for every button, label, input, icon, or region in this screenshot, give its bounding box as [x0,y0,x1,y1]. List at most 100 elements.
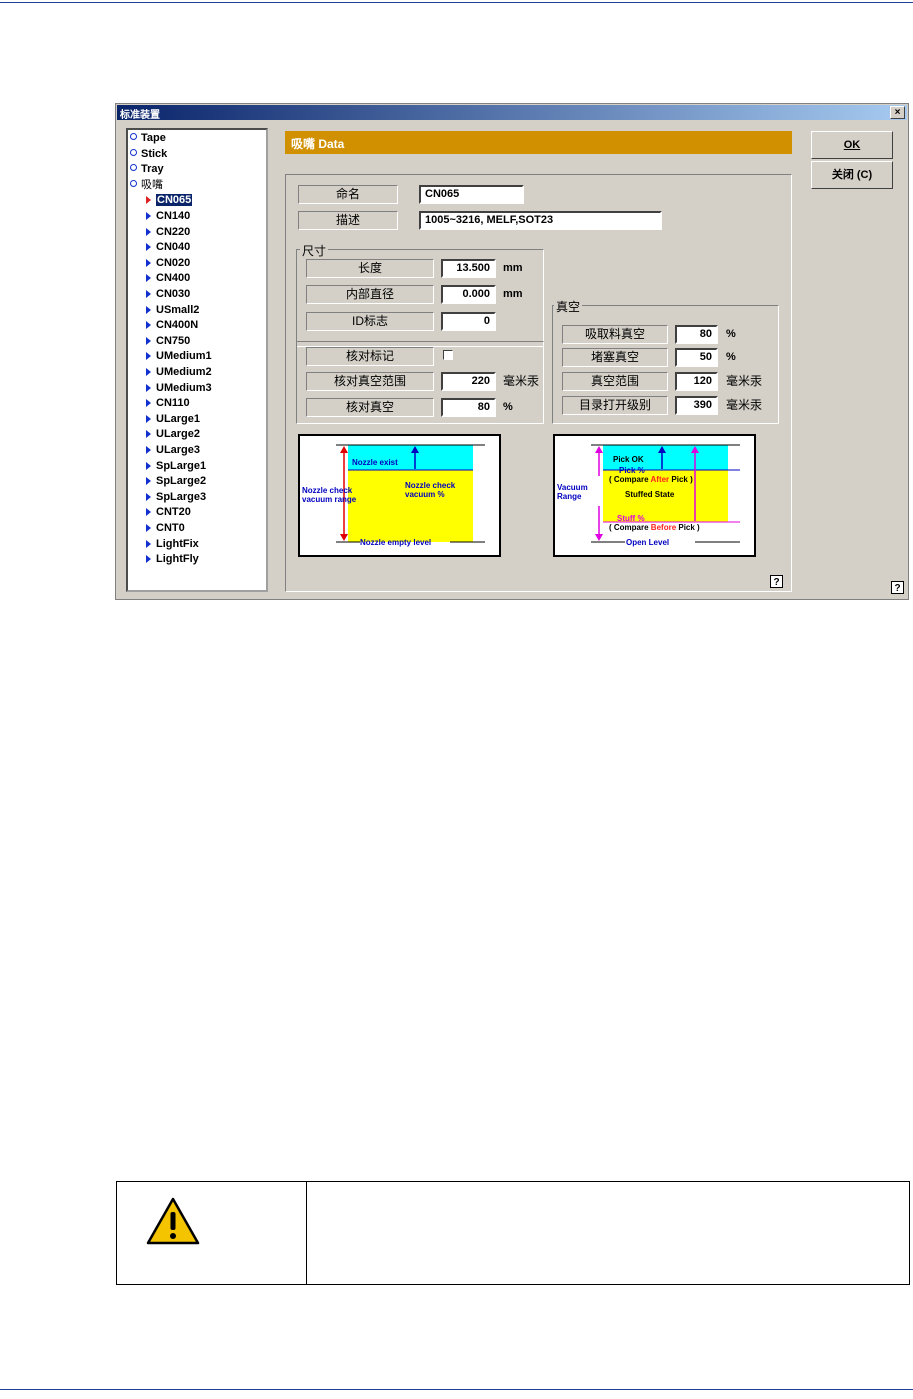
tree-nozzle-item[interactable]: CN020 [146,256,190,271]
stuff-vacuum-field[interactable]: 50 [675,348,718,367]
tree-nozzle-item[interactable]: SpLarge3 [146,490,206,505]
close-button[interactable]: 关闭 (C) [811,161,893,189]
name-label: 命名 [298,185,398,204]
device-tree[interactable]: Tape Stick Tray 吸嘴 CN065 CN140 CN220 CN040 CN020… [126,128,268,592]
tree-arrow-icon [146,336,151,345]
tree-arrow-icon [146,368,151,376]
panel-help-button[interactable]: ? [770,575,783,588]
tree-nozzle-label: USmall2 [156,303,200,316]
pick-pct-text: Pick % [619,466,645,475]
tree-item[interactable]: Tray [130,162,164,177]
length-field[interactable]: 13.500 [441,259,496,278]
vacuum-range-text-2: Range [557,492,582,501]
tree-nozzle-item[interactable]: CNT0 [146,521,185,536]
compare-before-text: ( Compare Before Pick ) [609,523,700,532]
tree-nozzle-item[interactable]: UMedium1 [146,349,212,364]
pick-vacuum-label: 吸取料真空 [562,325,668,344]
tree-arrow-icon [146,446,151,454]
tree-nozzle-label: CN750 [156,334,191,347]
tree-nozzle-item[interactable]: CN065 [146,193,193,208]
tree-arrow-icon [146,430,151,439]
tree-scrollbar[interactable] [254,130,266,590]
dialog-help-button[interactable]: ? [891,581,904,594]
vacuum-range-label: 真空范围 [562,372,668,391]
tree-nozzle-item[interactable]: CN110 [146,396,190,411]
check-mark-checkbox[interactable] [443,350,453,360]
compare-after-text: ( Compare After Pick ) [609,475,693,484]
check-vacuum-field[interactable]: 80 [441,398,496,417]
tree-arrow-icon [146,477,151,486]
tree-nozzle-label: UMedium2 [156,366,212,378]
tree-nozzle-item[interactable]: USmall2 [146,303,199,318]
tree-arrow-icon [146,524,151,532]
tree-nozzle-label: ULarge2 [156,428,201,441]
tree-item[interactable]: 吸嘴 [130,178,163,193]
pick-vacuum-unit: % [726,328,736,340]
tree-nozzle-item[interactable]: CN030 [146,287,190,302]
tree-arrow-icon [146,227,151,236]
tree-nozzle-item[interactable]: UMedium3 [146,381,212,396]
check-pct-text-1: Nozzle check [405,481,456,490]
check-vacuum-label: 核对真空 [306,398,434,417]
tree-arrow-icon [146,274,151,283]
tree-item-label: 吸嘴 [141,178,163,191]
page-bottom-rule [0,1389,913,1390]
stuff-pct-text: Stuff % [617,514,645,523]
tree-arrow-icon [146,305,151,314]
tree-nozzle-label: LightFix [156,537,199,550]
id-mark-field[interactable]: 0 [441,312,496,331]
tree-nozzle-label: UMedium3 [156,381,212,394]
tree-nozzle-item[interactable]: ULarge2 [146,427,200,442]
tree-nozzle-item[interactable]: CN750 [146,334,190,349]
stuffed-state-text: Stuffed State [625,490,675,499]
check-vacuum-unit: % [503,401,513,413]
check-pct-text-2: vacuum % [405,490,445,499]
tree-arrow-icon [146,196,151,205]
tree-item-label: Stick [141,147,168,160]
vacuum-range-field[interactable]: 120 [675,372,718,391]
tree-item[interactable]: Tape [130,131,166,146]
ok-button[interactable]: OK [811,131,893,159]
tree-node-dot-icon [130,179,137,187]
pick-vacuum-field[interactable]: 80 [675,325,718,344]
tree-nozzle-label: SpLarge1 [156,459,207,472]
tree-nozzle-item[interactable]: ULarge1 [146,412,200,427]
close-icon[interactable]: × [890,106,905,119]
tree-nozzle-item[interactable]: CN400 [146,271,190,286]
check-vacuum-range-field[interactable]: 220 [441,372,496,391]
tree-item-label: Tape [141,132,166,144]
tree-nozzle-label: CN220 [156,225,191,238]
warning-divider [306,1182,307,1284]
tree-arrow-icon [146,212,151,220]
tree-nozzle-item[interactable]: SpLarge2 [146,474,206,489]
tree-nozzle-item[interactable]: LightFly [146,552,199,567]
open-level-field[interactable]: 390 [675,396,718,415]
inner-diameter-field[interactable]: 0.000 [441,285,496,304]
tree-nozzle-item[interactable]: ULarge3 [146,443,200,458]
tree-nozzle-item[interactable]: CNT20 [146,505,191,520]
tree-nozzle-item[interactable]: LightFix [146,537,199,552]
description-field[interactable]: 1005~3216, MELF,SOT23 [419,211,662,230]
nozzle-exist-text: Nozzle exist [352,458,398,467]
name-field[interactable]: CN065 [419,185,524,204]
tree-nozzle-item[interactable]: CN040 [146,240,190,255]
tree-nozzle-item[interactable]: SpLarge1 [146,459,206,474]
tree-arrow-icon [146,258,151,267]
tree-arrow-icon [146,555,151,564]
vacuum-range-text-1: Vacuum [557,483,588,492]
tree-nozzle-label: CN140 [156,210,191,222]
dialog-titlebar[interactable]: 标准装置 × [117,105,907,121]
tree-nozzle-label: SpLarge3 [156,490,207,503]
tree-nozzle-item[interactable]: CN140 [146,209,190,224]
tree-nozzle-label: SpLarge2 [156,475,207,488]
tree-nozzle-label: CN030 [156,288,191,300]
tree-nozzle-item[interactable]: UMedium2 [146,365,212,380]
check-range-text-1: Nozzle check [302,486,353,495]
id-mark-label: ID标志 [306,312,434,331]
tree-nozzle-item[interactable]: CN220 [146,225,190,240]
warning-triangle-icon [146,1197,200,1245]
tree-nozzle-item[interactable]: CN400N [146,318,198,333]
tree-item[interactable]: Stick [130,147,167,162]
tree-arrow-icon [146,461,151,470]
tree-nozzle-label: LightFly [156,553,199,566]
